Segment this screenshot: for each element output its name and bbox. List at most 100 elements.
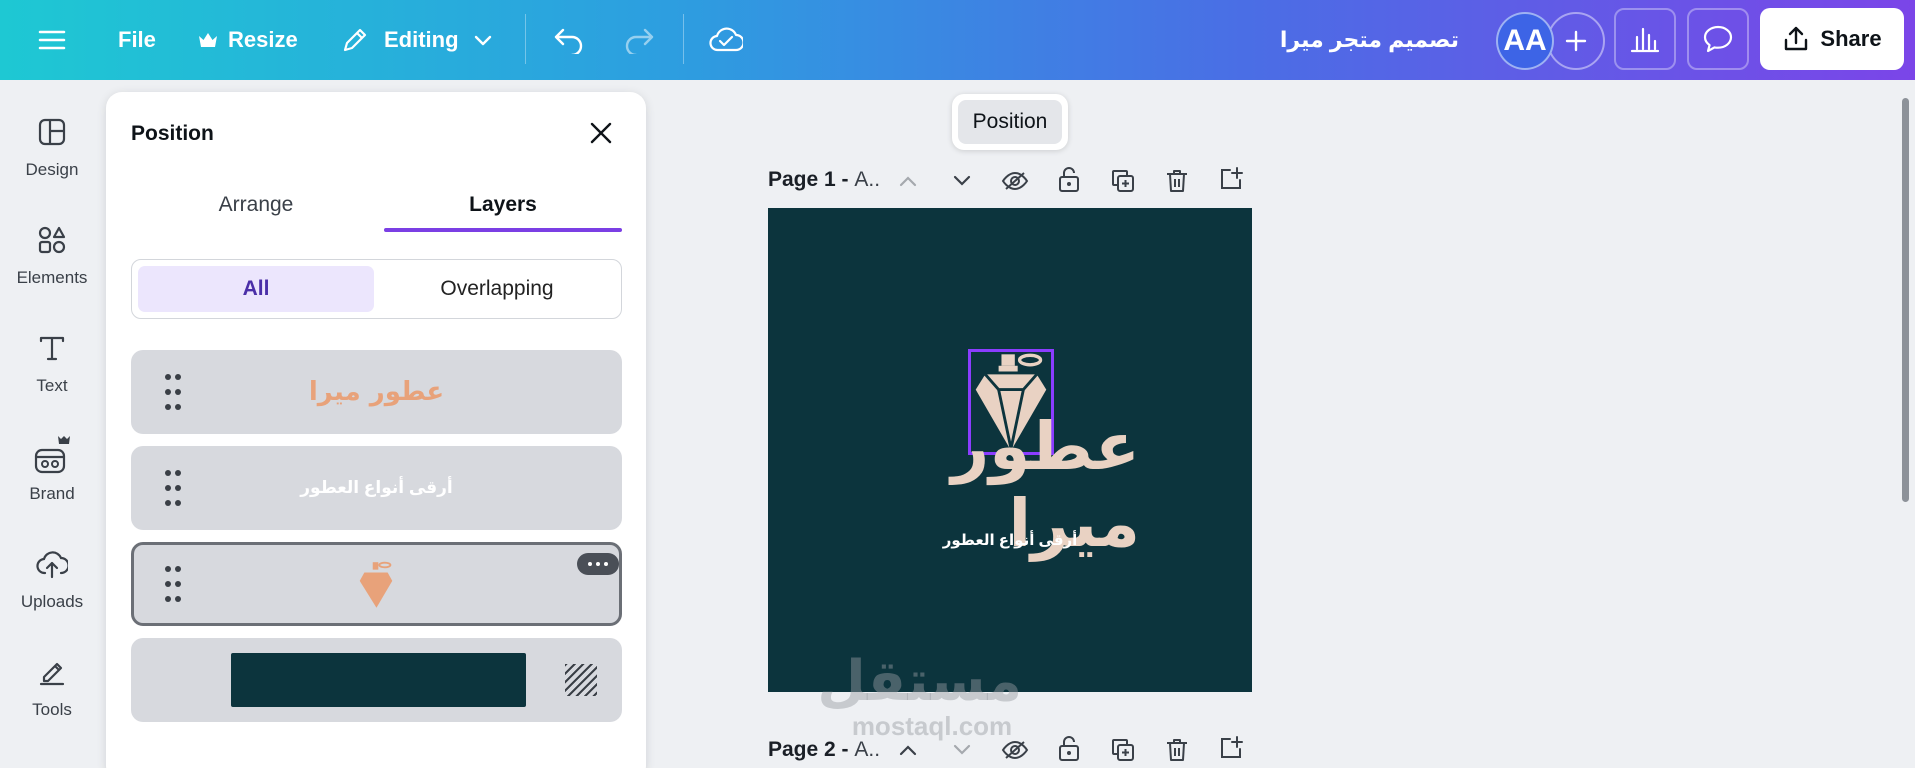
page-2-title[interactable]: Page 2 - A.. <box>768 738 880 762</box>
add-page-button[interactable] <box>1216 733 1246 763</box>
layer-item-tagline-text[interactable]: أرقى أنواع العطور <box>131 446 622 530</box>
layer-item-perfume-graphic[interactable] <box>131 542 622 626</box>
delete-page-button[interactable] <box>1162 166 1192 196</box>
trash-icon <box>1167 739 1187 761</box>
menu-button[interactable] <box>38 0 66 80</box>
save-status-button[interactable] <box>709 0 743 80</box>
resize-label: Resize <box>228 27 298 52</box>
close-panel-button[interactable] <box>586 118 616 148</box>
tools-icon <box>39 662 65 686</box>
share-icon <box>1785 26 1808 51</box>
move-page-up-button[interactable] <box>893 166 923 196</box>
move-page-down-button[interactable] <box>947 735 977 765</box>
watermark-latin: mostaql.com <box>851 711 1013 741</box>
text-icon <box>39 336 65 361</box>
sidebar-item-elements[interactable]: Elements <box>0 218 104 318</box>
background-lock-icon <box>565 664 597 696</box>
position-panel: Position Arrange Layers All Overlapping … <box>106 92 646 768</box>
chevron-down-icon <box>953 175 971 186</box>
sidebar-item-text[interactable]: Text <box>0 326 104 426</box>
trash-icon <box>1167 170 1187 192</box>
chart-icon <box>1630 27 1660 53</box>
chevron-down-icon <box>953 744 971 755</box>
eye-icon <box>1001 740 1029 760</box>
editing-label: Editing <box>384 27 459 52</box>
resize-button[interactable]: Resize <box>198 0 298 80</box>
page-name: A.. <box>854 168 881 191</box>
insights-button[interactable] <box>1614 8 1676 70</box>
close-icon <box>590 122 612 144</box>
add-collaborator-button[interactable] <box>1547 12 1605 70</box>
filter-all-button[interactable]: All <box>138 266 374 312</box>
comments-button[interactable] <box>1687 8 1749 70</box>
active-tab-indicator <box>384 228 622 232</box>
watermark: مستقل mostaql.com <box>817 650 1022 741</box>
duplicate-page-button[interactable] <box>1108 735 1138 765</box>
hide-page-button[interactable] <box>1000 735 1030 765</box>
top-bar: File Resize Editing تصميم متجر ميرا AA S… <box>0 0 1915 80</box>
redo-button[interactable] <box>623 0 655 80</box>
add-page-button[interactable] <box>1216 164 1246 194</box>
menu-icon <box>38 30 66 50</box>
sidebar-item-label: Text <box>36 376 68 395</box>
file-menu[interactable]: File <box>118 0 156 80</box>
toolbar-divider <box>683 14 684 64</box>
comment-icon <box>1703 25 1733 53</box>
unlock-icon <box>1059 736 1079 761</box>
move-page-up-button[interactable] <box>893 735 923 765</box>
sidebar-item-label: Uploads <box>20 592 84 611</box>
layer-item-title-text[interactable]: عطور ميرا <box>131 350 622 434</box>
layer-preview-text: أرقى أنواع العطور <box>300 478 453 497</box>
share-button[interactable]: Share <box>1760 8 1904 70</box>
tooltip-text: Position <box>958 100 1062 144</box>
background-color-swatch <box>231 653 526 707</box>
sidebar-item-design[interactable]: Design <box>0 110 104 210</box>
lock-page-button[interactable] <box>1054 733 1084 763</box>
chevron-up-icon <box>899 176 917 187</box>
undo-icon <box>554 28 583 54</box>
avatar[interactable]: AA <box>1496 12 1554 70</box>
undo-button[interactable] <box>553 0 585 80</box>
unlock-icon <box>1059 167 1079 192</box>
lock-page-button[interactable] <box>1054 164 1084 194</box>
perfume-bottle-icon <box>359 561 393 608</box>
logo-text[interactable]: عطور ميرا <box>880 408 1142 562</box>
design-icon <box>38 118 66 146</box>
cloud-check-icon <box>709 27 743 52</box>
sidebar-item-label: Design <box>25 160 79 179</box>
page-name: A.. <box>854 738 881 761</box>
duplicate-page-button[interactable] <box>1108 166 1138 196</box>
pencil-icon <box>343 28 367 52</box>
duplicate-icon <box>1112 739 1134 761</box>
vertical-scrollbar[interactable] <box>1902 98 1909 502</box>
page-1-title[interactable]: Page 1 - A.. <box>768 168 880 192</box>
toolbar-divider <box>525 14 526 64</box>
brand-icon <box>34 436 70 474</box>
sidebar-item-label: Tools <box>32 700 72 719</box>
layer-filter-toggle: All Overlapping <box>131 259 622 319</box>
position-tooltip: Position <box>952 94 1068 150</box>
hide-page-button[interactable] <box>1000 166 1030 196</box>
add-page-icon <box>1221 736 1243 758</box>
file-label: File <box>118 27 156 52</box>
tab-layers[interactable]: Layers <box>384 182 622 228</box>
filter-overlapping-button[interactable]: Overlapping <box>378 266 616 312</box>
duplicate-icon <box>1112 170 1134 192</box>
redo-icon <box>625 28 654 54</box>
page-label: Page 2 - <box>768 738 855 761</box>
left-sidebar: Design Elements Text Brand Uploads Tools <box>0 80 104 768</box>
layer-item-background[interactable] <box>131 638 622 722</box>
layer-preview-text: عطور ميرا <box>308 377 445 407</box>
document-title[interactable]: تصميم متجر ميرا <box>1280 0 1459 80</box>
layer-more-options-button[interactable] <box>577 553 619 575</box>
tagline-text[interactable]: أرقى أنواع العطور <box>900 528 1120 552</box>
editing-mode-button[interactable]: Editing <box>340 0 493 80</box>
move-page-down-button[interactable] <box>947 166 977 196</box>
drag-handle-icon[interactable] <box>165 566 181 602</box>
tab-arrange[interactable]: Arrange <box>131 182 381 228</box>
sidebar-item-brand[interactable]: Brand <box>0 434 104 534</box>
sidebar-item-uploads[interactable]: Uploads <box>0 542 104 642</box>
sidebar-item-tools[interactable]: Tools <box>0 650 104 750</box>
delete-page-button[interactable] <box>1162 735 1192 765</box>
chevron-down-icon <box>474 35 491 46</box>
